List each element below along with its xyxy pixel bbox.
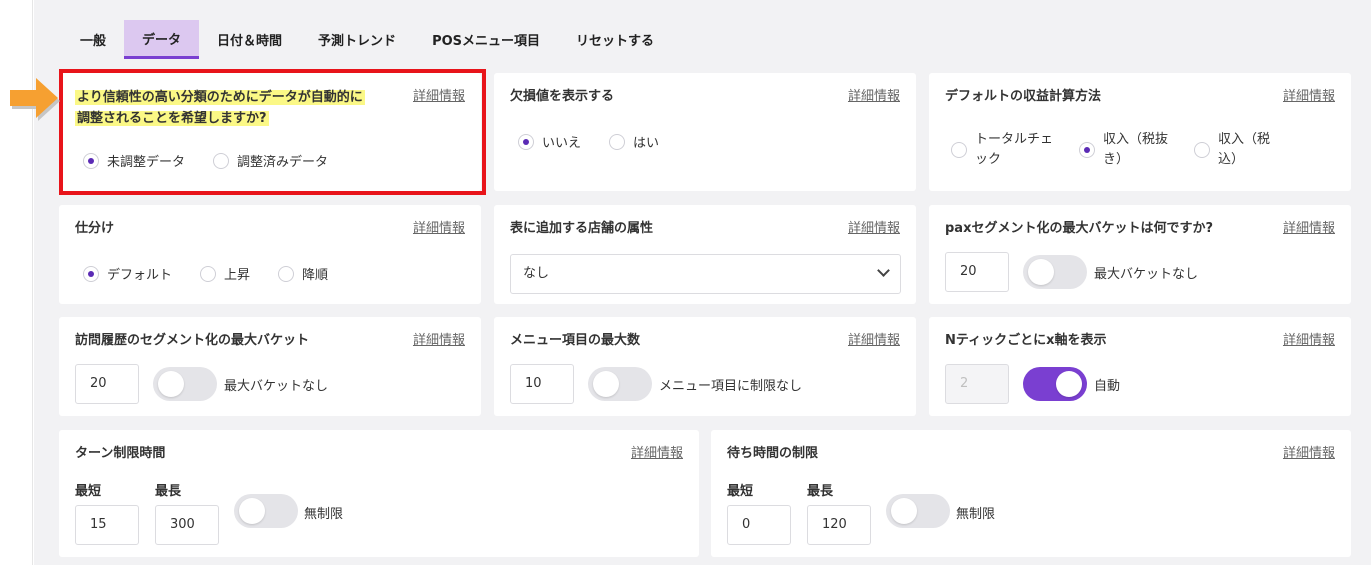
toggle-label: 無制限 [304,507,344,522]
card-wait-time-limit: 待ち時間の制限 詳細情報 最短 最長 0 120 無制限 [711,430,1351,557]
tab-reset[interactable]: リセットする [558,20,672,59]
card-title: メニュー項目の最大数 [510,333,641,348]
tab-data[interactable]: データ [124,20,200,59]
toggle-knob [1028,259,1054,285]
card-menu-item-max: メニュー項目の最大数 詳細情報 10 メニュー項目に制限なし [494,317,916,416]
wait-min-input[interactable]: 0 [727,505,791,545]
card-turn-time-limit: ターン制限時間 詳細情報 最短 最長 15 300 無制限 [59,430,699,557]
detail-link[interactable]: 詳細情報 [631,444,683,464]
radio-group-sort: デフォルト 上昇 降順 [83,264,356,283]
turn-max-input[interactable]: 300 [155,505,219,545]
visit-no-max-toggle[interactable] [153,367,217,401]
max-label: 最長 [155,484,182,499]
tab-forecast-trend[interactable]: 予測トレンド [300,20,414,59]
tab-pos-menu-items[interactable]: POSメニュー項目 [414,20,558,59]
toggle-label: メニュー項目に制限なし [659,379,803,394]
card-title: 訪問履歴のセグメント化の最大バケット [75,333,310,348]
pax-no-max-toggle[interactable] [1023,255,1087,289]
card-title: 欠損値を表示する [510,89,615,104]
card-visit-history-bucket: 訪問履歴のセグメント化の最大バケット 詳細情報 20 最大バケットなし [59,317,481,416]
radio-checked-icon [518,133,534,150]
detail-link[interactable]: 詳細情報 [848,331,900,351]
radio-yes[interactable]: はい [609,132,659,151]
radio-label: はい [633,136,660,151]
xaxis-tick-input[interactable]: 2 [945,364,1009,404]
radio-no[interactable]: いいえ [518,132,581,151]
detail-link[interactable]: 詳細情報 [848,87,900,107]
card-revenue-method: デフォルトの収益計算方法 詳細情報 トータルチェ ック 収入（税抜 き） 収入（税込… [929,73,1351,191]
max-label: 最長 [807,484,834,499]
radio-label: いいえ [542,136,582,151]
radio-group-revenue: トータルチェ ック 収入（税抜 き） 収入（税 込） [951,130,1270,170]
tab-general[interactable]: 一般 [62,20,124,59]
highlight-box [59,69,486,195]
card-store-attribute: 表に追加する店舗の属性 詳細情報 なし [494,205,916,304]
wait-unlimited-toggle[interactable] [886,494,950,528]
arrow-right-icon [10,78,60,121]
radio-revenue-incl-tax[interactable]: 収入（税 込） [1194,130,1270,170]
radio-unchecked-icon [200,265,217,282]
tab-bar: 一般 データ 日付＆時間 予測トレンド POSメニュー項目 リセットする [62,20,672,59]
toggle-knob [239,498,265,524]
toggle-knob [158,371,184,397]
detail-link[interactable]: 詳細情報 [1283,219,1335,239]
card-title: ターン制限時間 [75,446,166,461]
card-title: Nティックごとにx軸を表示 [945,333,1107,348]
detail-link[interactable]: 詳細情報 [848,219,900,239]
radio-checked-icon [83,265,99,282]
card-title: paxセグメント化の最大バケットは何ですか? [945,221,1214,236]
card-pax-bucket: paxセグメント化の最大バケットは何ですか? 詳細情報 20 最大バケットなし [929,205,1351,304]
store-attribute-select[interactable]: なし [510,254,901,294]
radio-unchecked-icon [278,265,295,282]
wait-max-input[interactable]: 120 [807,505,871,545]
toggle-label: 自動 [1094,379,1121,394]
radio-label: 収入（税抜 き） [1103,132,1169,167]
detail-link[interactable]: 詳細情報 [413,331,465,351]
toggle-label: 無制限 [956,507,996,522]
radio-label: 上昇 [224,268,251,283]
detail-link[interactable]: 詳細情報 [1283,331,1335,351]
toggle-knob [1056,371,1082,397]
detail-link[interactable]: 詳細情報 [1283,87,1335,107]
tab-date-time[interactable]: 日付＆時間 [199,20,300,59]
radio-total-check[interactable]: トータルチェ ック [951,130,1053,170]
toggle-label: 最大バケットなし [224,379,329,394]
radio-label: 収入（税 込） [1218,132,1271,167]
radio-group-missing: いいえ はい [518,132,687,151]
xaxis-auto-toggle[interactable] [1023,367,1087,401]
min-label: 最短 [727,484,754,499]
pax-bucket-input[interactable]: 20 [945,252,1009,292]
radio-revenue-excl-tax[interactable]: 収入（税抜 き） [1079,130,1168,170]
toggle-label: 最大バケットなし [1094,267,1199,282]
radio-checked-icon [1079,142,1096,158]
menu-no-limit-toggle[interactable] [588,367,652,401]
radio-label: デフォルト [107,268,173,283]
card-sort: 仕分け 詳細情報 デフォルト 上昇 降順 [59,205,481,304]
chevron-down-icon [877,264,890,277]
card-title: 待ち時間の制限 [727,446,819,461]
turn-unlimited-toggle[interactable] [234,494,298,528]
radio-unchecked-icon [951,142,967,158]
radio-descending[interactable]: 降順 [278,264,328,283]
toggle-knob [593,371,619,397]
card-xaxis-ticks: Nティックごとにx軸を表示 詳細情報 2 自動 [929,317,1351,416]
min-label: 最短 [75,484,102,499]
select-value: なし [523,266,550,281]
radio-label: 降順 [302,268,329,283]
visit-bucket-input[interactable]: 20 [75,364,139,404]
detail-link[interactable]: 詳細情報 [1283,444,1335,464]
menu-max-input[interactable]: 10 [510,364,574,404]
radio-default[interactable]: デフォルト [83,264,172,283]
card-missing-values: 欠損値を表示する 詳細情報 いいえ はい [494,73,916,191]
card-title: デフォルトの収益計算方法 [945,89,1102,104]
card-title: 仕分け [75,221,115,236]
card-title: 表に追加する店舗の属性 [510,221,654,236]
radio-label: トータルチェ ック [975,132,1054,167]
radio-unchecked-icon [609,133,626,150]
radio-unchecked-icon [1194,142,1211,158]
detail-link[interactable]: 詳細情報 [413,219,465,239]
radio-ascending[interactable]: 上昇 [200,264,250,283]
turn-min-input[interactable]: 15 [75,505,139,545]
toggle-knob [891,498,917,524]
